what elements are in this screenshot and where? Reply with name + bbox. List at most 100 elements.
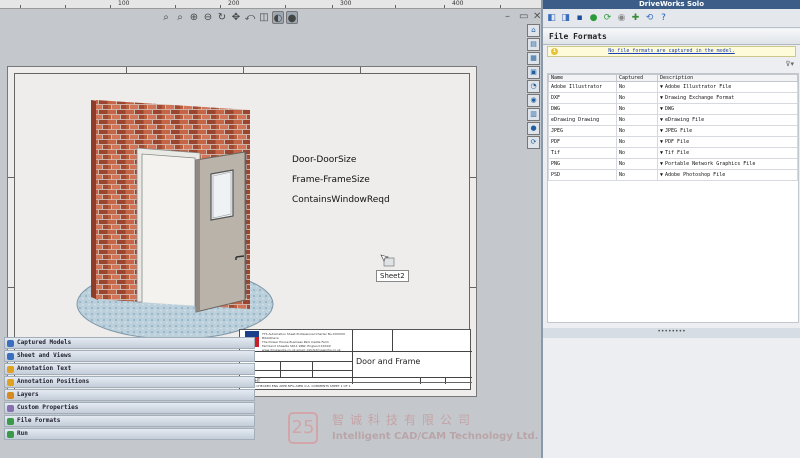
dropdown-arrow-icon[interactable]: ▼ [660,161,663,167]
captured-value: No [619,150,626,156]
panel-splitter[interactable]: •••••••• [543,328,800,338]
column-header-description[interactable]: Description [657,74,798,82]
dropdown-arrow-icon[interactable]: ▼ [660,128,663,134]
cell-captured-select[interactable]: No [616,125,658,137]
description-value: JPEG File [665,128,693,134]
description-value: Adobe Illustrator File [665,84,732,90]
cell-description: ▼ Portable Network Graphics File [657,158,798,170]
cell-description: ▼ JPEG File [657,125,798,137]
column-header-captured[interactable]: Captured [616,74,658,82]
dropdown-arrow-icon[interactable]: ▼ [660,95,663,101]
captured-value: No [619,128,626,134]
section-heading: File Formats [543,29,800,45]
cell-captured-select[interactable]: No [616,81,658,93]
filter-icon[interactable]: ⊽▾ [785,60,794,68]
cell-captured-select[interactable]: No [616,114,658,126]
description-value: eDrawing File [665,117,705,123]
annotation-contains-window[interactable]: ContainsWindowReqd [292,195,390,215]
cell-description: ▼ Drawing Exchange Format [657,92,798,104]
cell-name: DXF [548,92,617,104]
table-row[interactable]: PSD No ▼ Adobe Photoshop File [548,169,798,181]
accordion-annotation-text[interactable]: Annotation Text [4,363,255,375]
dropdown-arrow-icon[interactable]: ▼ [660,106,663,112]
cell-description: ▼ Tif File [657,147,798,159]
dropdown-arrow-icon[interactable]: ▼ [660,150,663,156]
description-value: Adobe Photoshop File [665,172,726,178]
annotation-door-size[interactable]: Door-DoorSize [292,155,390,175]
cell-description: ▼ Adobe Photoshop File [657,169,798,181]
cell-description: ▼ DWG [657,103,798,115]
watermark: 25 智诚科技有限公司 Intelligent CAD/CAM Technolo… [284,410,554,458]
cell-name: Adobe Illustrator [548,81,617,93]
panel-title: DriveWorks Solo [543,0,800,9]
captured-value: No [619,106,626,112]
cell-name: PNG [548,158,617,170]
captured-value: No [619,84,626,90]
save-icon[interactable]: ▪ [574,13,585,24]
panel-toolbar: ◧ ◨ ▪ ● ⟳ ◉ ✚ ⟲ ? [543,9,800,28]
positions-icon [7,379,14,386]
help-icon[interactable]: ? [658,13,669,24]
settings-icon[interactable]: ◉ [616,13,627,24]
open-icon[interactable]: ◨ [560,13,571,24]
description-value: Portable Network Graphics File [665,161,756,167]
info-message[interactable]: i No file formats are captured in the mod… [547,46,796,57]
tools-icon[interactable]: ✚ [630,13,641,24]
cell-name: PSD [548,169,617,181]
captured-value: No [619,161,626,167]
dropdown-arrow-icon[interactable]: ▼ [660,84,663,90]
table-row[interactable]: JPEG No ▼ JPEG File [548,125,798,137]
table-row[interactable]: DXF No ▼ Drawing Exchange Format [548,92,798,104]
cell-name: Tif [548,147,617,159]
watermark-chinese-name: 智诚科技有限公司 [332,413,477,427]
title-block: TTS Automation Sheet Professional Charte… [239,329,472,390]
info-icon: i [551,48,558,55]
link-icon[interactable]: ⟲ [644,13,655,24]
accordion-annotation-positions[interactable]: Annotation Positions [4,376,255,388]
dropdown-arrow-icon[interactable]: ▼ [660,172,663,178]
info-link[interactable]: No file formats are captured in the mode… [608,48,734,54]
dropdown-arrow-icon[interactable]: ▼ [660,117,663,123]
column-header-name[interactable]: Name [548,74,617,82]
refresh-icon[interactable]: ⟳ [602,13,613,24]
accordion-file-formats[interactable]: File Formats [4,415,255,427]
cell-captured-select[interactable]: No [616,92,658,104]
description-value: Tif File [665,150,690,156]
cell-name: eDrawing Drawing [548,114,617,126]
dropdown-arrow-icon[interactable]: ▼ [660,139,663,145]
table-row[interactable]: eDrawing Drawing No ▼ eDrawing File [548,114,798,126]
annotation-block: Door-DoorSize Frame-FrameSize ContainsWi… [292,155,390,215]
table-row[interactable]: DWG No ▼ DWG [548,103,798,115]
table-row[interactable]: PNG No ▼ Portable Network Graphics File [548,158,798,170]
accordion-sheet-and-views[interactable]: Sheet and Views [4,350,255,362]
cell-description: ▼ eDrawing File [657,114,798,126]
sheet-icon [7,353,14,360]
captured-value: No [619,95,626,101]
new-icon[interactable]: ◧ [546,13,557,24]
cell-name: PDF [548,136,617,148]
table-row[interactable]: Tif No ▼ Tif File [548,147,798,159]
run-icon[interactable]: ● [588,13,599,24]
accordion-captured-models[interactable]: Captured Models [4,337,255,349]
drawing-title: Door and Frame [356,357,421,366]
cell-captured-select[interactable]: No [616,169,658,181]
cell-captured-select[interactable]: No [616,136,658,148]
cell-captured-select[interactable]: No [616,103,658,115]
accordion-custom-properties[interactable]: Custom Properties [4,402,255,414]
filter-bar: ⊽▾ [547,58,796,71]
layers-icon [7,392,14,399]
watermark-english-name: Intelligent CAD/CAM Technology Ltd. [332,431,539,442]
annotation-frame-size[interactable]: Frame-FrameSize [292,175,390,195]
properties-icon [7,405,14,412]
cell-captured-select[interactable]: No [616,158,658,170]
cell-captured-select[interactable]: No [616,147,658,159]
table-row[interactable]: PDF No ▼ PDF File [548,136,798,148]
door-leaf-edge [196,159,200,312]
file-formats-icon [7,418,14,425]
accordion-layers[interactable]: Layers [4,389,255,401]
cell-name: JPEG [548,125,617,137]
table-row[interactable]: Adobe Illustrator No ▼ Adobe Illustrator Fi… [548,81,798,93]
title-block-address: TTS Automation Sheet Professional Charte… [262,332,346,352]
sheet-tooltip: Sheet2 [376,270,409,282]
accordion-run[interactable]: Run [4,428,255,440]
